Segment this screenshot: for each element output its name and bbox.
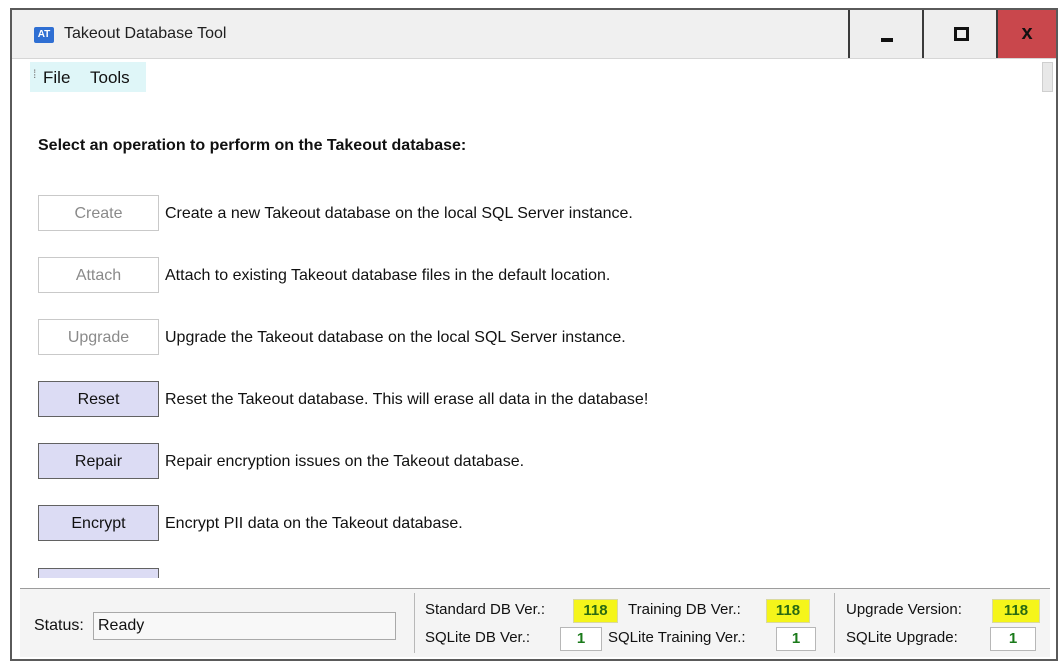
training-db-label: Training DB Ver.: bbox=[628, 601, 741, 618]
training-db-value: 118 bbox=[766, 599, 810, 623]
app-window: AT Takeout Database Tool x ⁞ File Tools … bbox=[10, 8, 1058, 661]
sqlite-training-label: SQLite Training Ver.: bbox=[608, 629, 746, 646]
standard-db-value: 118 bbox=[573, 599, 618, 623]
menu-tools[interactable]: Tools bbox=[90, 68, 130, 88]
sqlite-db-label: SQLite DB Ver.: bbox=[425, 629, 531, 646]
grip-icon: ⁞ bbox=[33, 67, 37, 81]
repair-description: Repair encryption issues on the Takeout … bbox=[165, 453, 525, 470]
standard-db-label: Standard DB Ver.: bbox=[425, 601, 546, 618]
create-description: Create a new Takeout database on the loc… bbox=[165, 205, 633, 222]
status-field: Ready bbox=[93, 612, 396, 640]
page-heading: Select an operation to perform on the Ta… bbox=[38, 137, 467, 154]
attach-description: Attach to existing Takeout database file… bbox=[165, 267, 611, 284]
app-icon: AT bbox=[34, 27, 54, 43]
close-button[interactable]: x bbox=[996, 10, 1056, 58]
window-title: Takeout Database Tool bbox=[64, 25, 227, 42]
status-bar: Status: Ready Standard DB Ver.: 118 Trai… bbox=[20, 588, 1050, 657]
status-label: Status: bbox=[34, 617, 84, 634]
reset-button[interactable]: Reset bbox=[38, 381, 159, 417]
minimize-icon bbox=[881, 38, 893, 42]
create-button[interactable]: Create bbox=[38, 195, 159, 231]
menu-bar: ⁞ File Tools bbox=[30, 62, 146, 92]
status-divider bbox=[414, 593, 415, 653]
sqlite-upgrade-value: 1 bbox=[990, 627, 1036, 651]
close-icon: x bbox=[1021, 22, 1033, 44]
sqlite-upgrade-label: SQLite Upgrade: bbox=[846, 629, 958, 646]
sqlite-db-value: 1 bbox=[560, 627, 602, 651]
maximize-button[interactable] bbox=[922, 10, 996, 58]
encrypt-button[interactable]: Encrypt bbox=[38, 505, 159, 541]
encrypt-description: Encrypt PII data on the Takeout database… bbox=[165, 515, 463, 532]
status-divider bbox=[834, 593, 835, 653]
upgrade-button[interactable]: Upgrade bbox=[38, 319, 159, 355]
sqlite-training-value: 1 bbox=[776, 627, 816, 651]
scrollbar-thumb[interactable] bbox=[1042, 62, 1053, 92]
menu-file[interactable]: File bbox=[43, 68, 70, 88]
repair-button[interactable]: Repair bbox=[38, 443, 159, 479]
minimize-button[interactable] bbox=[848, 10, 922, 58]
attach-button[interactable]: Attach bbox=[38, 257, 159, 293]
upgrade-version-label: Upgrade Version: bbox=[846, 601, 962, 618]
maximize-icon bbox=[954, 27, 969, 41]
title-bar[interactable]: AT Takeout Database Tool x bbox=[12, 10, 1056, 59]
upgrade-version-value: 118 bbox=[992, 599, 1040, 623]
partial-button[interactable] bbox=[38, 568, 159, 578]
reset-description: Reset the Takeout database. This will er… bbox=[165, 391, 649, 408]
upgrade-description: Upgrade the Takeout database on the loca… bbox=[165, 329, 626, 346]
